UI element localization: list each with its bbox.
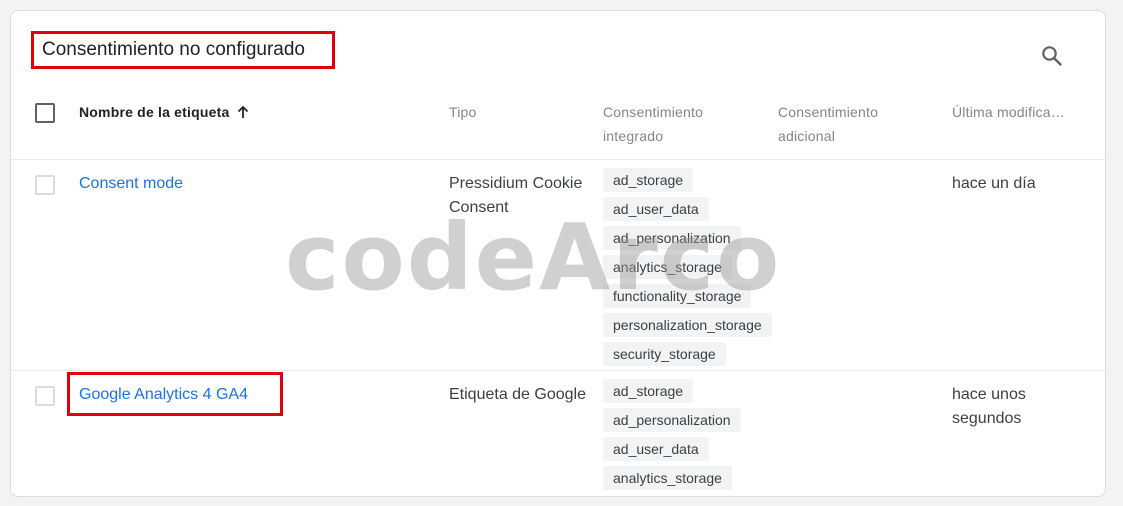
last-modified: hace unos segundos [952, 383, 1026, 431]
column-header-builtin-consent[interactable]: Consentimiento integrado [603, 100, 703, 148]
last-modified-line1: hace unos [952, 386, 1026, 403]
consent-chip: analytics_storage [603, 466, 732, 490]
tag-type: Etiqueta de Google [449, 383, 586, 407]
consent-chip: ad_user_data [603, 437, 709, 461]
consent-chip: ad_user_data [603, 197, 709, 221]
column-header-type[interactable]: Tipo [449, 100, 477, 124]
tag-type-line1: Pressidium Cookie [449, 175, 583, 192]
consent-chip: ad_personalization [603, 226, 741, 250]
select-all-checkbox[interactable] [35, 103, 55, 123]
builtin-consent-list: ad_storage ad_user_data ad_personalizati… [603, 168, 772, 366]
consent-chip: ad_storage [603, 168, 694, 192]
column-header-additional-consent-line2: adicional [778, 128, 836, 144]
consent-chip: security_storage [603, 342, 726, 366]
consent-chip: analytics_storage [603, 255, 732, 279]
column-header-last-modified[interactable]: Última modifica… [952, 100, 1065, 124]
builtin-consent-list: ad_storage ad_personalization ad_user_da… [603, 379, 741, 490]
row-checkbox[interactable] [35, 175, 55, 195]
column-header-additional-consent[interactable]: Consentimiento adicional [778, 100, 878, 148]
tag-name-link[interactable]: Google Analytics 4 GA4 [79, 383, 248, 407]
tag-type-line1: Etiqueta de Google [449, 386, 586, 403]
consent-chip: functionality_storage [603, 284, 752, 308]
tag-type: Pressidium Cookie Consent [449, 172, 582, 220]
column-header-builtin-consent-line1: Consentimiento [603, 104, 704, 120]
header-divider [11, 159, 1105, 160]
row-checkbox[interactable] [35, 386, 55, 406]
consent-chip: personalization_storage [603, 313, 772, 337]
panel-title-text: Consentimiento no configurado [42, 39, 306, 60]
search-button[interactable] [1037, 41, 1067, 71]
consent-chip: ad_storage [603, 379, 694, 403]
column-header-name-label: Nombre de la etiqueta [79, 104, 230, 120]
search-icon [1042, 46, 1062, 66]
consent-chip: ad_personalization [603, 408, 741, 432]
tag-name-link[interactable]: Consent mode [79, 172, 183, 196]
column-header-builtin-consent-line2: integrado [603, 128, 664, 144]
column-header-name[interactable]: Nombre de la etiqueta [79, 100, 249, 124]
last-modified: hace un día [952, 172, 1036, 196]
last-modified-line2: segundos [952, 410, 1022, 427]
arrow-up-icon [238, 105, 249, 118]
tag-type-line2: Consent [449, 199, 509, 216]
panel-title: Consentimiento no configurado [31, 31, 335, 69]
tags-panel: Consentimiento no configurado Nombre de … [10, 10, 1106, 497]
row-divider [11, 370, 1105, 371]
last-modified-line1: hace un día [952, 175, 1036, 192]
column-header-additional-consent-line1: Consentimiento [778, 104, 879, 120]
